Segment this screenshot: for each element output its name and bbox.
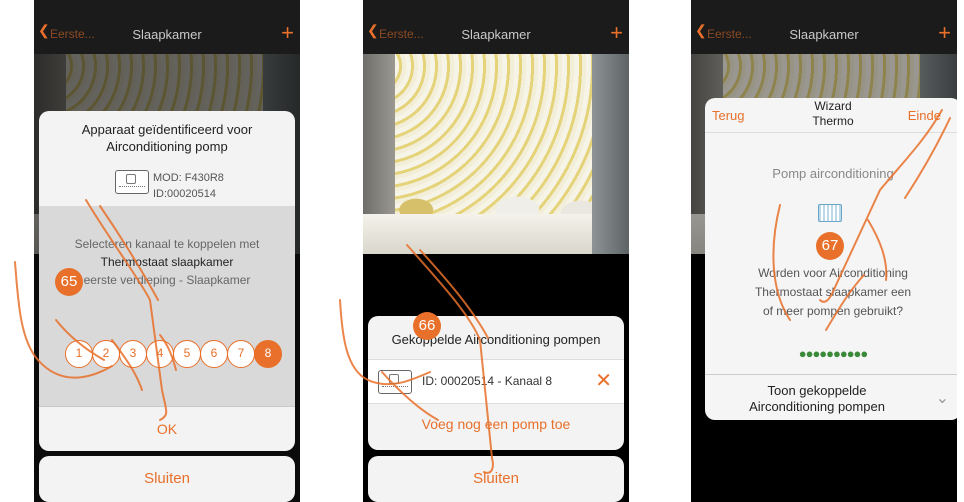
add-icon[interactable]: + — [281, 20, 294, 46]
linked-pumps-dialog: Gekoppelde Airconditioning pompen ID: 00… — [368, 316, 624, 450]
linked-pump-id: ID: 00020514 - Kanaal 8 — [422, 374, 553, 388]
remove-icon[interactable]: ✕ — [595, 368, 612, 393]
step-badge-65: 65 — [55, 268, 83, 296]
channel-7-button[interactable]: 7 — [227, 340, 255, 368]
top-bar: ❮ Eerste... Slaapkamer + — [34, 0, 300, 54]
channel-selector: 1 2 3 4 5 6 7 8 — [65, 340, 282, 368]
dialog-title: Gekoppelde Airconditioning pompen — [391, 332, 601, 347]
channel-2-button[interactable]: 2 — [92, 340, 120, 368]
top-bar: ❮ Eerste... Slaapkamer + — [691, 0, 957, 54]
ok-button[interactable]: OK — [39, 406, 295, 451]
progress-dots: ●●●●●●●●●● — [798, 346, 869, 361]
wizard-question: Worden voor Airconditioning Thermostaat … — [754, 266, 912, 318]
channel-4-button[interactable]: 4 — [146, 340, 174, 368]
phone-screen-1: ❮ Eerste... Slaapkamer + Apparaat geïden… — [34, 0, 300, 502]
add-icon[interactable]: + — [610, 20, 623, 46]
chevron-down-icon[interactable]: ⌄ — [936, 388, 949, 408]
close-button[interactable]: Sluiten — [39, 456, 295, 502]
top-bar: ❮ Eerste... Slaapkamer + — [363, 0, 629, 54]
room-photo — [363, 54, 629, 254]
wizard-title: Wizard Thermo — [812, 99, 854, 128]
close-button[interactable]: Sluiten — [368, 456, 624, 502]
dialog-title: Apparaat geïdentificeerd voor Airconditi… — [81, 122, 253, 154]
channel-3-button[interactable]: 3 — [119, 340, 147, 368]
step-badge-67: 67 — [816, 232, 844, 260]
device-icon — [378, 370, 412, 394]
channel-6-button[interactable]: 6 — [200, 340, 228, 368]
add-pump-button[interactable]: Voeg nog een pomp toe — [368, 416, 624, 432]
channel-5-button[interactable]: 5 — [173, 340, 201, 368]
device-mod: MOD: F430R8 — [153, 172, 224, 184]
device-id: ID:00020514 — [153, 188, 216, 200]
device-icon — [115, 170, 149, 194]
linked-pump-row: ID: 00020514 - Kanaal 8 ✕ — [368, 359, 624, 404]
screen-title: Slaapkamer — [461, 27, 531, 42]
show-linked-pumps[interactable]: Toon gekoppelde Airconditioning pompen — [705, 383, 929, 415]
thermostat-name: Thermostaat slaapkamer — [100, 255, 234, 269]
phone-screen-2: ❮ Eerste... Slaapkamer + Gekoppelde Airc… — [363, 0, 629, 502]
step-badge-66: 66 — [413, 312, 441, 340]
add-icon[interactable]: + — [938, 20, 951, 46]
back-button[interactable]: Terug — [712, 108, 745, 123]
device-info: MOD: F430R8 ID:00020514 — [153, 170, 224, 202]
screen-title: Slaapkamer — [132, 27, 202, 42]
air-conditioning-icon — [818, 204, 842, 222]
pump-label: Pomp airconditioning — [772, 166, 894, 181]
screen-title: Slaapkamer — [789, 27, 859, 42]
finish-button[interactable]: Einde — [908, 108, 941, 123]
channel-8-button[interactable]: 8 — [254, 340, 282, 368]
channel-1-button[interactable]: 1 — [65, 340, 93, 368]
